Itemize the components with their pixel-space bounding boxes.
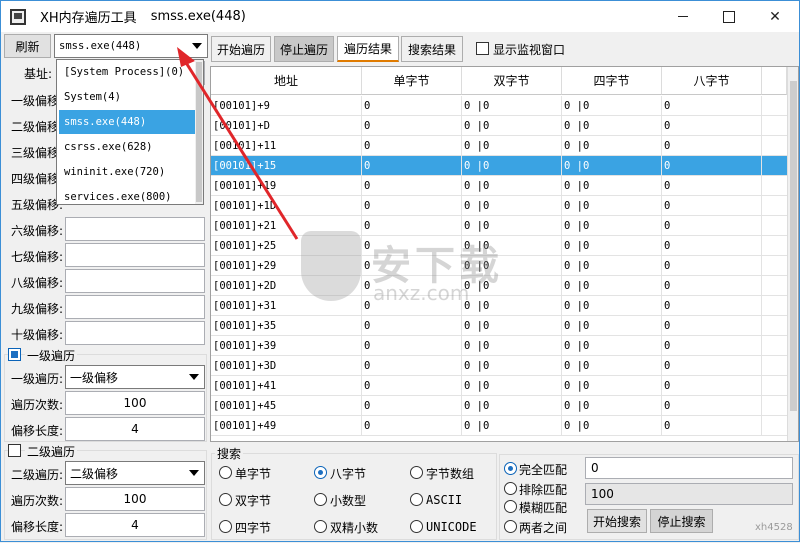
annotation-arrow	[177, 47, 299, 240]
annotation-arrow-line	[183, 60, 299, 240]
app-window: XH内存遍历工具 smss.exe(448) ✕ 刷新 smss.exe(448…	[0, 0, 800, 542]
annotation-arrow-head	[177, 47, 195, 67]
